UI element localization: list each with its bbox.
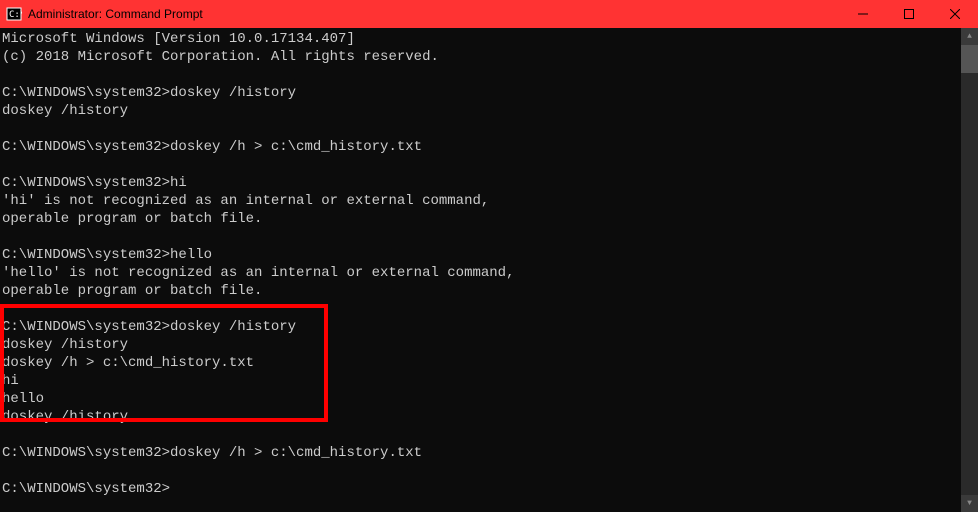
scroll-down-button[interactable]: ▼: [961, 495, 978, 512]
terminal-line: [2, 426, 961, 444]
app-icon: C:\: [6, 6, 22, 22]
terminal-line: [2, 300, 961, 318]
close-button[interactable]: [932, 0, 978, 28]
terminal-line: C:\WINDOWS\system32>hi: [2, 174, 961, 192]
terminal-line: [2, 66, 961, 84]
terminal-line: doskey /history: [2, 408, 961, 426]
terminal-line: [2, 462, 961, 480]
terminal-line: C:\WINDOWS\system32>doskey /history: [2, 84, 961, 102]
terminal-line: [2, 228, 961, 246]
minimize-button[interactable]: [840, 0, 886, 28]
terminal-line: C:\WINDOWS\system32>doskey /h > c:\cmd_h…: [2, 138, 961, 156]
vertical-scrollbar[interactable]: ▲ ▼: [961, 28, 978, 512]
window-title: Administrator: Command Prompt: [28, 7, 840, 21]
terminal-line: hi: [2, 372, 961, 390]
terminal-line: C:\WINDOWS\system32>doskey /history: [2, 318, 961, 336]
terminal-line: C:\WINDOWS\system32>: [2, 480, 961, 498]
terminal-line: doskey /h > c:\cmd_history.txt: [2, 354, 961, 372]
window-controls: [840, 0, 978, 28]
terminal-line: Microsoft Windows [Version 10.0.17134.40…: [2, 30, 961, 48]
terminal-line: 'hello' is not recognized as an internal…: [2, 264, 961, 282]
svg-text:C:\: C:\: [9, 10, 22, 20]
terminal-line: doskey /history: [2, 102, 961, 120]
command-prompt-window: C:\ Administrator: Command Prompt Micros…: [0, 0, 978, 512]
terminal-line: C:\WINDOWS\system32>doskey /h > c:\cmd_h…: [2, 444, 961, 462]
terminal-line: 'hi' is not recognized as an internal or…: [2, 192, 961, 210]
terminal-line: [2, 156, 961, 174]
content-area: Microsoft Windows [Version 10.0.17134.40…: [0, 28, 978, 512]
terminal-line: operable program or batch file.: [2, 210, 961, 228]
terminal-line: (c) 2018 Microsoft Corporation. All righ…: [2, 48, 961, 66]
terminal-output[interactable]: Microsoft Windows [Version 10.0.17134.40…: [0, 28, 961, 512]
titlebar[interactable]: C:\ Administrator: Command Prompt: [0, 0, 978, 28]
scroll-up-button[interactable]: ▲: [961, 28, 978, 45]
scroll-thumb[interactable]: [961, 45, 978, 73]
terminal-line: [2, 120, 961, 138]
maximize-button[interactable]: [886, 0, 932, 28]
terminal-line: C:\WINDOWS\system32>hello: [2, 246, 961, 264]
terminal-line: doskey /history: [2, 336, 961, 354]
terminal-line: operable program or batch file.: [2, 282, 961, 300]
terminal-line: hello: [2, 390, 961, 408]
